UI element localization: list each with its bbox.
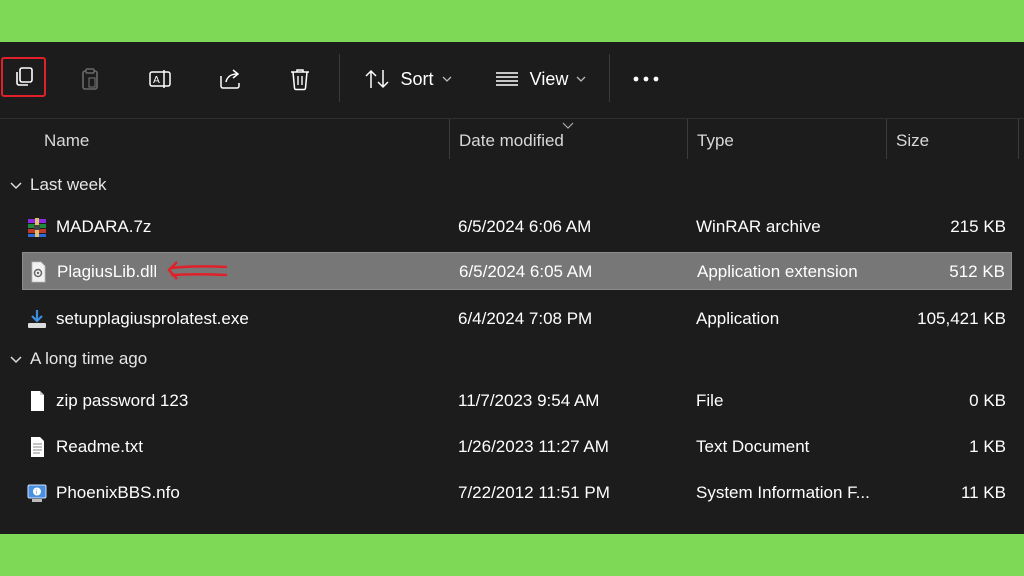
column-header-size-label: Size [896, 131, 930, 150]
blank-file-icon [26, 390, 48, 412]
sort-icon [364, 68, 390, 90]
file-name: zip password 123 [56, 391, 189, 410]
file-name: PlagiusLib.dll [57, 262, 158, 281]
toolbar-separator [339, 54, 340, 102]
toolbar-separator [609, 54, 610, 102]
column-header-type[interactable]: Type [689, 119, 883, 163]
chevron-down-icon [576, 76, 586, 82]
file-date: 11/7/2023 9:54 AM [458, 391, 600, 410]
file-name-cell: Readme.txt [26, 428, 143, 466]
sort-label: Sort [400, 68, 434, 89]
column-divider[interactable] [886, 119, 887, 159]
column-header-date-label: Date modified [459, 131, 564, 150]
group-header-a-long-time-ago[interactable]: A long time ago [10, 344, 147, 374]
paste-button[interactable] [68, 59, 112, 99]
column-header-name-label: Name [44, 131, 90, 150]
file-row[interactable]: i PhoenixBBS.nfo 7/22/2012 11:51 PM Syst… [22, 474, 1012, 512]
file-date: 1/26/2023 11:27 AM [458, 437, 609, 456]
share-icon [218, 68, 242, 90]
file-type: System Information F... [696, 483, 870, 502]
sort-button[interactable]: Sort [358, 59, 458, 99]
chevron-down-icon [442, 76, 452, 82]
file-row[interactable]: MADARA.7z 6/5/2024 6:06 AM WinRAR archiv… [22, 208, 1012, 246]
svg-text:A: A [153, 75, 160, 86]
file-row[interactable]: setupplagiusprolatest.exe 6/4/2024 7:08 … [22, 300, 1012, 338]
file-name-cell: setupplagiusprolatest.exe [26, 300, 249, 338]
sort-indicator-icon [562, 116, 574, 134]
command-bar: A Sort View [0, 42, 1024, 118]
file-name-cell: i PhoenixBBS.nfo [26, 474, 180, 512]
red-arrow-annotation-icon [163, 257, 233, 292]
column-header-size[interactable]: Size [888, 119, 1016, 163]
copy-button[interactable] [1, 57, 46, 97]
file-type: Application [696, 309, 780, 328]
more-icon [633, 76, 659, 82]
file-explorer-window: A Sort View Name Date modified Type Size… [0, 42, 1024, 534]
file-type: Application extension [697, 262, 858, 281]
chevron-down-icon [10, 175, 22, 195]
column-header-bar: Name Date modified Type Size [0, 118, 1024, 162]
file-row[interactable]: Readme.txt 1/26/2023 11:27 AM Text Docum… [22, 428, 1012, 466]
file-type: Text Document [696, 437, 810, 456]
column-header-name[interactable]: Name [36, 119, 446, 163]
chevron-down-icon [10, 349, 22, 369]
view-label: View [529, 68, 569, 89]
column-divider[interactable] [1018, 119, 1019, 159]
rename-button[interactable]: A [138, 59, 182, 99]
file-name: setupplagiusprolatest.exe [56, 309, 249, 328]
file-size: 105,421 KB [917, 309, 1006, 328]
file-name-cell: PlagiusLib.dll [27, 253, 157, 291]
file-size: 11 KB [960, 483, 1006, 502]
file-name: MADARA.7z [56, 217, 152, 236]
group-label: Last week [30, 175, 107, 194]
file-name-cell: zip password 123 [26, 382, 188, 420]
column-divider[interactable] [687, 119, 688, 159]
group-header-last-week[interactable]: Last week [10, 170, 107, 200]
text-file-icon [26, 436, 48, 458]
file-date: 6/5/2024 6:06 AM [458, 217, 592, 236]
file-size: 215 KB [950, 217, 1006, 236]
share-button[interactable] [208, 59, 252, 99]
more-options-button[interactable] [624, 59, 668, 99]
dll-file-icon [27, 261, 49, 283]
rename-icon: A [148, 68, 172, 90]
file-name-cell: MADARA.7z [26, 208, 151, 246]
file-row[interactable]: zip password 123 11/7/2023 9:54 AM File … [22, 382, 1012, 420]
file-name: PhoenixBBS.nfo [56, 483, 180, 502]
file-size: 512 KB [949, 262, 1005, 281]
delete-button[interactable] [278, 59, 322, 99]
view-list-icon [494, 69, 520, 89]
paste-icon [79, 67, 101, 91]
file-size: 0 KB [969, 391, 1006, 410]
file-date: 6/5/2024 6:05 AM [459, 262, 593, 281]
delete-icon [289, 67, 311, 91]
column-divider[interactable] [449, 119, 450, 159]
file-name: Readme.txt [56, 437, 143, 456]
file-date: 6/4/2024 7:08 PM [458, 309, 593, 328]
group-label: A long time ago [30, 349, 148, 368]
installer-icon [26, 308, 48, 330]
file-type: WinRAR archive [696, 217, 821, 236]
system-info-icon: i [26, 482, 48, 504]
file-type: File [696, 391, 724, 410]
file-row-selected[interactable]: PlagiusLib.dll 6/5/2024 6:05 AM Applicat… [22, 252, 1012, 290]
winrar-archive-icon [26, 216, 48, 238]
copy-icon [13, 66, 35, 88]
column-header-type-label: Type [697, 131, 734, 150]
file-date: 7/22/2012 11:51 PM [458, 483, 610, 502]
file-size: 1 KB [969, 437, 1006, 456]
view-button[interactable]: View [488, 59, 592, 99]
